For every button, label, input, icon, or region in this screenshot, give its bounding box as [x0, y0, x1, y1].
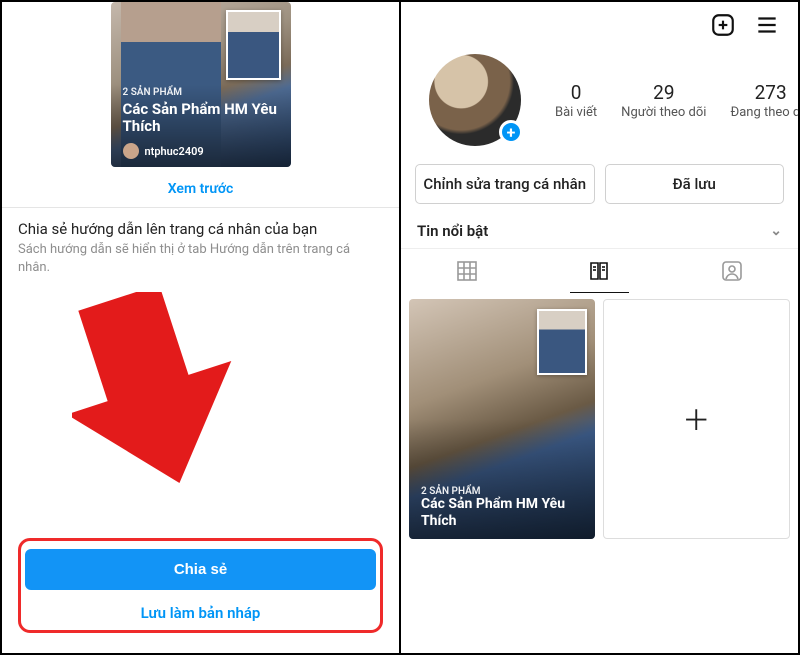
guide-tile-title: Các Sản Phẩm HM Yêu Thích	[421, 496, 583, 530]
posts-count: 0	[555, 81, 597, 104]
guide-tile[interactable]: 2 SẢN PHẨM Các Sản Phẩm HM Yêu Thích	[409, 299, 595, 539]
guide-preview-card[interactable]: 2 SẢN PHẨM Các Sản Phẩm HM Yêu Thích ntp…	[111, 2, 291, 167]
following-label: Đang theo dõi	[730, 105, 798, 120]
profile-tabs	[401, 248, 798, 293]
guide-subtitle: 2 SẢN PHẨM	[123, 87, 279, 98]
share-button[interactable]: Chia sẻ	[25, 549, 376, 590]
stat-followers[interactable]: 29 Người theo dõi	[621, 81, 706, 120]
following-count: 273	[730, 81, 798, 104]
share-guide-screen: 2 SẢN PHẨM Các Sản Phẩm HM Yêu Thích ntp…	[2, 2, 401, 653]
create-icon[interactable]	[710, 12, 736, 38]
preview-link[interactable]: Xem trước	[168, 167, 234, 207]
save-draft-button[interactable]: Lưu làm bản nháp	[25, 590, 376, 628]
share-body: Sách hướng dẫn sẽ hiển thị ở tab Hướng d…	[18, 241, 383, 276]
plus-icon: ＋	[682, 399, 710, 439]
menu-icon[interactable]	[754, 12, 780, 38]
tab-tagged[interactable]	[666, 249, 798, 293]
profile-avatar[interactable]: +	[429, 54, 521, 146]
highlights-label: Tin nổi bật	[417, 222, 488, 240]
add-story-badge[interactable]: +	[499, 120, 523, 144]
followers-count: 29	[621, 81, 706, 104]
profile-screen: + 0 Bài viết 29 Người theo dõi 273 Đang …	[401, 2, 798, 653]
saved-button[interactable]: Đã lưu	[605, 164, 785, 204]
tab-guides[interactable]	[533, 249, 665, 293]
guide-title: Các Sản Phẩm HM Yêu Thích	[123, 101, 279, 136]
add-guide-tile[interactable]: ＋	[603, 299, 791, 539]
followers-label: Người theo dõi	[621, 105, 706, 120]
tab-grid[interactable]	[401, 249, 533, 293]
stat-following[interactable]: 273 Đang theo dõi	[730, 81, 798, 120]
share-heading: Chia sẻ hướng dẫn lên trang cá nhân của …	[18, 220, 383, 238]
stat-posts[interactable]: 0 Bài viết	[555, 81, 597, 120]
edit-profile-button[interactable]: Chỉnh sửa trang cá nhân	[415, 164, 595, 204]
posts-label: Bài viết	[555, 105, 597, 120]
share-explainer: Chia sẻ hướng dẫn lên trang cá nhân của …	[2, 208, 399, 282]
guide-author: ntphuc2409	[145, 145, 204, 158]
author-avatar	[123, 143, 139, 159]
annotation-arrow	[72, 292, 242, 492]
chevron-down-icon: ⌄	[770, 223, 782, 239]
annotation-highlight: Chia sẻ Lưu làm bản nháp	[18, 538, 383, 633]
story-highlights-toggle[interactable]: Tin nổi bật ⌄	[401, 214, 798, 248]
